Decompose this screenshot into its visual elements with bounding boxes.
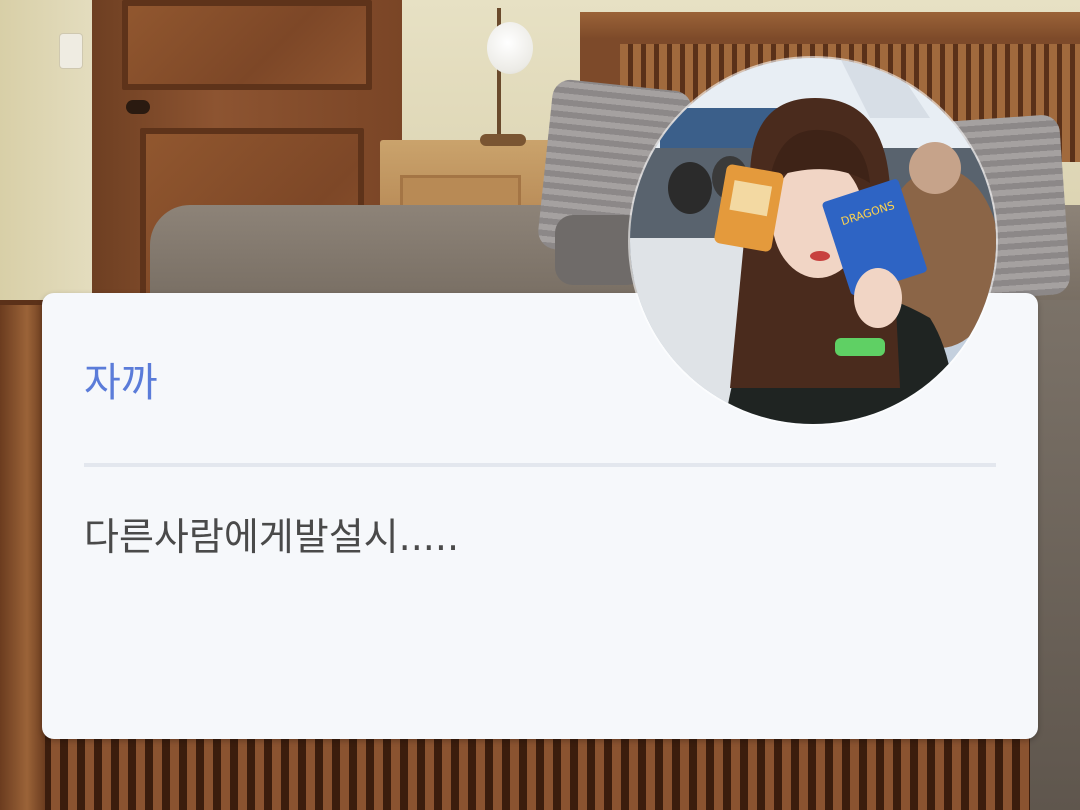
lamp-base [480,134,526,146]
lamp-shade [487,22,533,74]
door-panel-top [122,0,372,90]
headboard-rail [580,12,1080,38]
footboard-post [0,305,45,810]
door-knob [126,100,150,114]
bedroom-background: 자까 다른사람에게발설시..... DRAGONS [0,0,1080,810]
dialog-message: 다른사람에게발설시..... [84,515,460,559]
dialog-divider [84,463,996,467]
profile-avatar: DRAGONS [630,58,996,424]
speaker-name: 자까 [84,360,158,406]
profile-photo-icon: DRAGONS [630,58,996,424]
light-switch [60,34,82,68]
